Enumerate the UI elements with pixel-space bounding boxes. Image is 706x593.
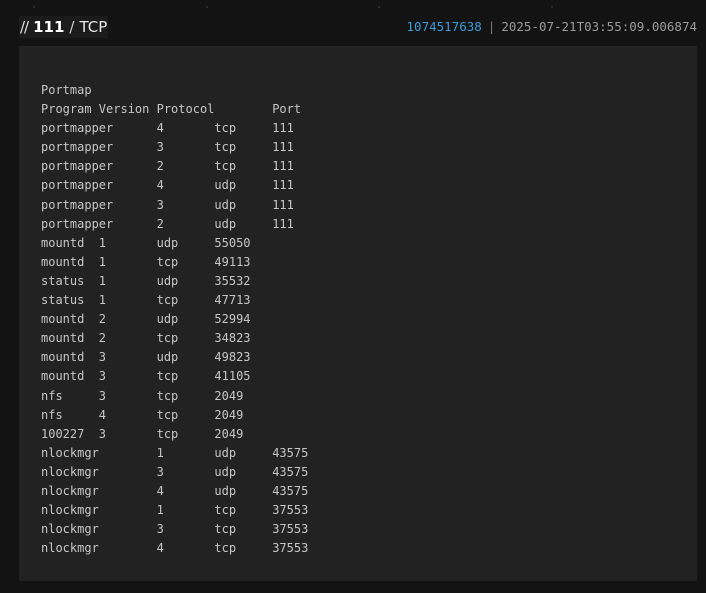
title-slashes: // <box>20 18 29 36</box>
banner-line: nlockmgr 3 udp 43575 <box>41 464 309 479</box>
banner-line: mountd 2 udp 52994 <box>41 312 251 327</box>
banner-line: Portmap <box>41 83 92 97</box>
banner-line: nfs 4 tcp 2049 <box>41 407 244 422</box>
banner-line: mountd 3 udp 49823 <box>41 350 251 365</box>
grid-dot <box>378 6 380 8</box>
banner-line: nlockmgr 1 tcp 37553 <box>41 503 309 518</box>
banner-line: portmapper 2 tcp 111 <box>41 159 294 174</box>
service-banner-text: Portmap Program Version Protocol Port po… <box>41 81 308 558</box>
banner-line: portmapper 3 udp 111 <box>41 197 294 212</box>
service-title: // 111 / TCP <box>19 16 109 38</box>
scan-meta: 1074517638 | 2025-07-21T03:55:09.006874 <box>407 19 697 34</box>
banner-line: nlockmgr 4 tcp 37553 <box>41 541 309 556</box>
banner-line: portmapper 2 udp 111 <box>41 216 294 231</box>
banner-panel: Portmap Program Version Protocol Port po… <box>19 46 697 581</box>
meta-divider: | <box>487 19 496 34</box>
banner-line: status 1 tcp 47713 <box>41 293 251 308</box>
ip-number-link[interactable]: 1074517638 <box>407 19 482 34</box>
scan-timestamp: 2025-07-21T03:55:09.006874 <box>501 19 697 34</box>
grid-dot <box>33 6 35 8</box>
transport-protocol: TCP <box>79 18 108 36</box>
banner-line: nlockmgr 4 udp 43575 <box>41 483 309 498</box>
banner-line: nlockmgr 3 tcp 37553 <box>41 522 309 537</box>
service-header: // 111 / TCP 1074517638 | 2025-07-21T03:55… <box>19 16 699 38</box>
banner-line: 100227 3 tcp 2049 <box>41 426 244 441</box>
banner-line: mountd 3 tcp 41105 <box>41 369 251 384</box>
banner-line: mountd 1 udp 55050 <box>41 235 251 250</box>
port-number: 111 <box>33 18 65 36</box>
banner-line: portmapper 3 tcp 111 <box>41 140 294 155</box>
banner-line: Program Version Protocol Port <box>41 102 302 117</box>
banner-line: nlockmgr 1 udp 43575 <box>41 445 309 460</box>
grid-dot <box>206 6 208 8</box>
banner-line: nfs 3 tcp 2049 <box>41 388 244 403</box>
banner-line: mountd 2 tcp 34823 <box>41 331 251 346</box>
banner-line: mountd 1 tcp 49113 <box>41 254 251 269</box>
decorative-dot-grid <box>0 0 706 12</box>
banner-line: status 1 udp 35532 <box>41 273 251 288</box>
banner-line: portmapper 4 tcp 111 <box>41 121 294 136</box>
title-separator: / <box>69 18 75 36</box>
banner-line: portmapper 4 udp 111 <box>41 178 294 193</box>
grid-dot <box>551 6 553 8</box>
